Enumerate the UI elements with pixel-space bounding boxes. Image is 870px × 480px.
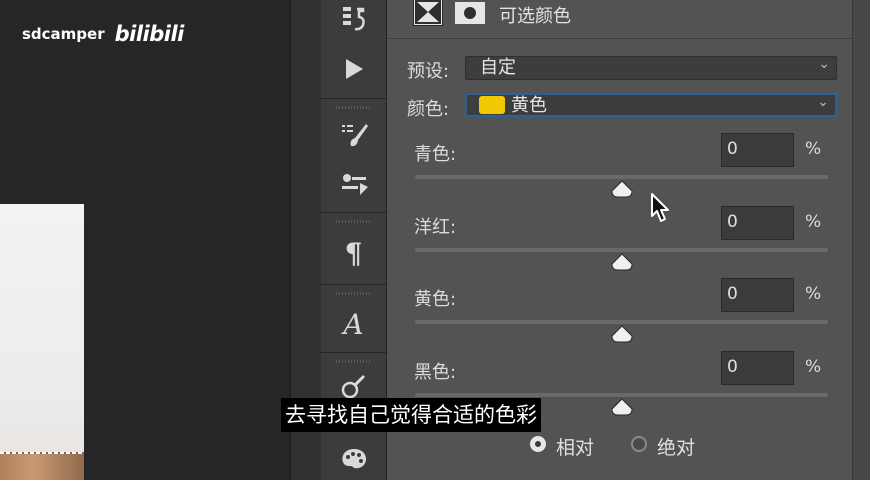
- photo-bottom: [0, 454, 84, 480]
- mouse-cursor-icon: [650, 192, 672, 228]
- history-icon[interactable]: [321, 4, 386, 34]
- panel-title: 可选颜色: [499, 6, 571, 27]
- slider-value-input[interactable]: 0: [721, 133, 794, 167]
- radio-absolute-label[interactable]: 绝对: [657, 433, 695, 460]
- radio-absolute[interactable]: [631, 436, 647, 452]
- percent-unit: %: [805, 284, 822, 304]
- watermark-user: sdcamper: [22, 25, 105, 43]
- preset-value: 自定: [480, 57, 516, 78]
- mask-icon[interactable]: [455, 2, 485, 24]
- color-label: 颜色:: [407, 99, 450, 120]
- slider-value: 0: [727, 139, 738, 159]
- properties-header: 可选颜色: [387, 0, 852, 39]
- percent-unit: %: [805, 357, 822, 377]
- palette-icon[interactable]: [321, 444, 386, 474]
- document-canvas[interactable]: sdcamper bilibili: [0, 0, 290, 480]
- slider-track[interactable]: [415, 175, 828, 179]
- slider-label: 青色:: [414, 144, 457, 165]
- slider-label: 黄色:: [414, 289, 457, 310]
- preset-label: 预设:: [407, 61, 450, 82]
- slider-value-input[interactable]: 0: [721, 351, 794, 385]
- play-icon[interactable]: [321, 54, 386, 84]
- slider-value: 0: [727, 357, 738, 377]
- preset-dropdown[interactable]: 自定 ⌄: [465, 56, 837, 80]
- character-style-icon[interactable]: A: [321, 306, 386, 342]
- slider-thumb[interactable]: [610, 180, 633, 198]
- radio-relative[interactable]: [530, 436, 546, 452]
- adjustment-layer-icon[interactable]: [413, 0, 443, 26]
- slider-track[interactable]: [415, 320, 828, 324]
- panel-scrollbar[interactable]: [852, 0, 870, 480]
- watermark: sdcamper bilibili: [22, 22, 184, 46]
- brush-settings-icon[interactable]: [321, 118, 386, 152]
- color-value: 黄色: [511, 95, 547, 116]
- bilibili-logo: bilibili: [114, 22, 185, 46]
- slider-thumb[interactable]: [610, 253, 633, 271]
- slider-value-input[interactable]: 0: [721, 206, 794, 240]
- slider-label: 洋红:: [414, 217, 457, 238]
- paragraph-icon[interactable]: ¶: [321, 236, 386, 270]
- color-swatch: [479, 96, 505, 114]
- chevron-down-icon: ⌄: [817, 94, 829, 110]
- slider-thumb[interactable]: [610, 398, 633, 416]
- slider-label: 黑色:: [414, 362, 457, 383]
- slider-track[interactable]: [415, 393, 828, 397]
- percent-unit: %: [805, 212, 822, 232]
- photo-image: [0, 204, 84, 480]
- slider-thumb[interactable]: [610, 325, 633, 343]
- chevron-down-icon: ⌄: [818, 56, 830, 72]
- slider-value-input[interactable]: 0: [721, 278, 794, 312]
- slider-value: 0: [727, 284, 738, 304]
- slider-track[interactable]: [415, 248, 828, 252]
- adjust-sliders-icon[interactable]: [321, 168, 386, 202]
- video-subtitle: 去寻找自己觉得合适的色彩: [281, 398, 541, 432]
- percent-unit: %: [805, 139, 822, 159]
- radio-relative-label[interactable]: 相对: [556, 433, 594, 460]
- color-dropdown[interactable]: 黄色 ⌄: [465, 93, 837, 117]
- slider-value: 0: [727, 212, 738, 232]
